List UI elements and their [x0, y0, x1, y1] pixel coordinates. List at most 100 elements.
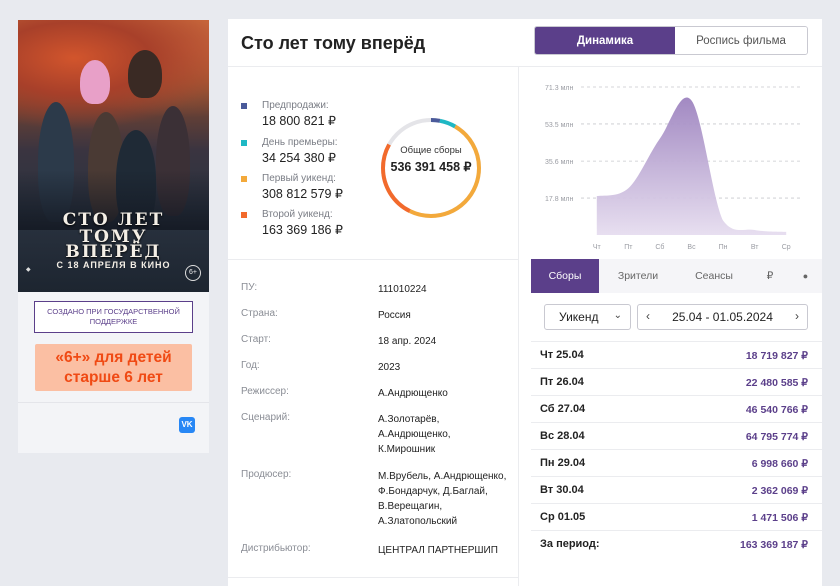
tab-user[interactable]: ●: [789, 259, 822, 293]
total-gross-value: 536 391 458 ₽: [390, 160, 472, 174]
info-key: ПУ:: [241, 282, 258, 293]
row-day: Пт 26.04: [540, 376, 584, 388]
info-value: ЦЕНТРАЛ ПАРТНЕРШИП: [378, 545, 498, 556]
info-divider: [228, 577, 518, 578]
page-title: Сто лет тому вперёд: [241, 33, 426, 53]
table-row: Пт 26.04 22 480 585 ₽: [531, 368, 822, 395]
date-range-value: 25.04 - 01.05.2024: [672, 310, 773, 324]
film-card: Сто лет тому вперёд Динамика Роспись фил…: [228, 19, 822, 586]
poster-figure: [80, 60, 110, 104]
movie-poster[interactable]: СТО ЛЕТ ТОМУ ВПЕРЁД С 18 АПРЕЛЯ В КИНО ◆…: [18, 20, 209, 292]
tab-schedule[interactable]: Роспись фильма: [675, 27, 807, 54]
tab-sessions[interactable]: Сеансы: [677, 259, 751, 293]
metric-tabs: Сборы Зрители Сеансы ₽ ●: [531, 259, 822, 293]
info-value: М.Врубель, А.Андрющенко, Ф.Бондарчук, Д.…: [378, 471, 507, 527]
row-sum: 6 998 660 ₽: [751, 458, 808, 470]
stat-value: 34 254 380 ₽: [262, 151, 336, 165]
row-sum: 22 480 585 ₽: [745, 377, 808, 389]
poster-logo: ◆: [26, 267, 31, 273]
row-sum: 1 471 506 ₽: [751, 512, 808, 524]
tab-gross[interactable]: Сборы: [531, 259, 599, 293]
tab-dynamics[interactable]: Динамика: [535, 27, 675, 54]
info-value: 2023: [378, 362, 401, 373]
x-tick-label: Чт: [593, 244, 602, 251]
info-key: Дистрибьютор:: [241, 543, 311, 554]
x-tick-label: Вт: [751, 244, 759, 251]
tab-currency[interactable]: ₽: [751, 259, 789, 293]
row-sum: 163 369 187 ₽: [740, 539, 808, 551]
info-value: Россия: [378, 310, 411, 321]
x-tick-label: Ср: [782, 244, 791, 251]
next-range-icon[interactable]: ›: [795, 309, 799, 323]
row-day: За период:: [540, 538, 600, 550]
x-tick-label: Пт: [624, 244, 633, 251]
age-notice: «6+» для детей старше 6 лет: [35, 344, 192, 391]
dynamics-chart: 71.3 млн 53.5 млн 35.6 млн 17.8 млн Чт Пт Сб Вс…: [519, 67, 822, 257]
stat-value: 18 800 821 ₽: [262, 114, 336, 128]
film-header: Сто лет тому вперёд Динамика Роспись фил…: [228, 19, 822, 67]
info-key: Сценарий:: [241, 412, 290, 423]
vk-icon[interactable]: VK: [179, 417, 195, 433]
poster-title-line3: ВПЕРЁД: [65, 242, 162, 262]
stat-label: День премьеры:: [262, 137, 338, 148]
stat-value: 308 812 579 ₽: [262, 187, 343, 201]
box-office-summary: Предпродажи: 18 800 821 ₽ День премьеры:…: [228, 67, 518, 260]
area-chart-svg: 71.3 млн 53.5 млн 35.6 млн 17.8 млн Чт Пт Сб Вс…: [545, 85, 802, 251]
poster-release-date: С 18 АПРЕЛЯ В КИНО: [56, 260, 171, 270]
legend-swatch: [241, 176, 247, 182]
x-tick-label: Вс: [687, 244, 696, 251]
table-row: Вт 30.04 2 362 069 ₽: [531, 476, 822, 503]
info-key: Режиссер:: [241, 386, 289, 397]
y-tick-label: 17.8 млн: [545, 196, 573, 203]
x-tick-label: Сб: [655, 243, 664, 251]
info-value: А.Андрющенко: [378, 388, 448, 399]
row-day: Ср 01.05: [540, 511, 586, 523]
period-select[interactable]: Уикенд ⌄: [544, 304, 631, 330]
total-gross: Общие сборы 536 391 458 ₽: [378, 145, 484, 174]
y-tick-label: 53.5 млн: [545, 122, 573, 129]
poster-card: СТО ЛЕТ ТОМУ ВПЕРЁД С 18 АПРЕЛЯ В КИНО ◆…: [18, 20, 209, 453]
poster-figure: [128, 50, 162, 98]
chevron-down-icon: ⌄: [613, 310, 622, 321]
y-tick-label: 71.3 млн: [545, 85, 573, 92]
legend-swatch: [241, 140, 247, 146]
row-sum: 46 540 766 ₽: [745, 404, 808, 416]
y-tick-label: 35.6 млн: [545, 159, 573, 166]
gov-support-badge[interactable]: СОЗДАНО ПРИ ГОСУДАРСТВЕННОЙ ПОДДЕРЖКЕ: [34, 301, 193, 333]
table-row: Сб 27.04 46 540 766 ₽: [531, 395, 822, 422]
row-sum: 64 795 774 ₽: [745, 431, 808, 443]
x-tick-label: Пн: [719, 244, 728, 251]
row-sum: 18 719 827 ₽: [745, 350, 808, 362]
info-value: 111010224: [378, 284, 427, 295]
table-total-row: За период: 163 369 187 ₽: [531, 530, 822, 557]
table-row: Вс 28.04 64 795 774 ₽: [531, 422, 822, 449]
poster-age-badge: 6+: [185, 265, 201, 281]
info-value: А.Золотарёв, А.Андрющенко, К.Мирошник: [378, 414, 451, 455]
stat-label: Предпродажи:: [262, 100, 329, 111]
row-day: Чт 25.04: [540, 349, 584, 361]
date-range-picker: ‹ 25.04 - 01.05.2024 ›: [637, 304, 808, 330]
table-row: Чт 25.04 18 719 827 ₽: [531, 341, 822, 368]
info-key: Старт:: [241, 334, 271, 345]
legend-swatch: [241, 103, 247, 109]
stat-label: Первый уикенд:: [262, 173, 336, 184]
row-day: Вс 28.04: [540, 430, 585, 442]
area-series: [596, 97, 787, 235]
row-day: Сб 27.04: [540, 403, 586, 415]
user-icon: ●: [802, 271, 809, 281]
row-day: Пн 29.04: [540, 457, 586, 469]
info-key: Страна:: [241, 308, 278, 319]
stat-label: Второй уикенд:: [262, 209, 333, 220]
table-row: Ср 01.05 1 471 506 ₽: [531, 503, 822, 530]
period-select-value: Уикенд: [559, 310, 599, 324]
view-toggle: Динамика Роспись фильма: [534, 26, 808, 55]
total-gross-label: Общие сборы: [400, 145, 462, 156]
tab-viewers[interactable]: Зрители: [599, 259, 677, 293]
info-key: Год:: [241, 360, 260, 371]
info-value: 18 апр. 2024: [378, 336, 437, 347]
table-row: Пн 29.04 6 998 660 ₽: [531, 449, 822, 476]
prev-range-icon[interactable]: ‹: [646, 309, 650, 323]
stat-value: 163 369 186 ₽: [262, 223, 343, 237]
legend-swatch: [241, 212, 247, 218]
row-day: Вт 30.04: [540, 484, 584, 496]
